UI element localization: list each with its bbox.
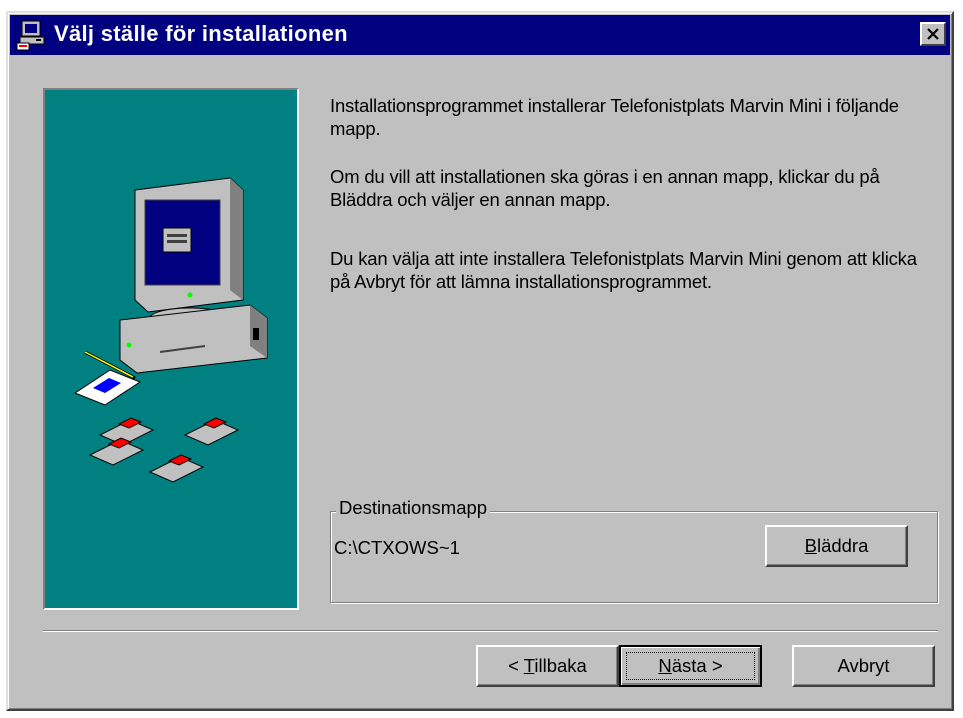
close-icon: [927, 28, 939, 40]
cancel-button[interactable]: Avbryt: [792, 645, 935, 687]
cancel-hint-paragraph: Du kan välja att inte installera Telefon…: [330, 248, 917, 292]
close-button[interactable]: [920, 22, 946, 46]
button-separator: [43, 630, 938, 632]
side-illustration-panel: [43, 88, 299, 610]
browse-button[interactable]: Bläddra: [765, 525, 908, 567]
next-button[interactable]: Nästa >: [619, 645, 762, 687]
intro-paragraph: Installationsprogrammet installerar Tele…: [330, 95, 899, 139]
cancel-button-label: Avbryt: [837, 655, 890, 676]
back-button-label: < Tillbaka: [508, 655, 587, 676]
computer-with-disks-illustration: [73, 177, 268, 483]
next-button-label: Nästa >: [658, 655, 723, 676]
destination-path: C:\CTXOWS~1: [334, 537, 460, 558]
destination-label: Destinationsmapp: [336, 497, 491, 519]
browse-button-label: Bläddra: [804, 535, 869, 556]
title-bar[interactable]: Välj ställe för installationen: [10, 15, 950, 55]
back-button[interactable]: < Tillbaka: [476, 645, 619, 687]
installer-dialog: Välj ställe för installationen Installat…: [6, 11, 954, 711]
window-title: Välj ställe för installationen: [54, 21, 348, 46]
browse-hint-paragraph: Om du vill att installationen ska göras …: [330, 166, 880, 210]
installer-computer-icon: [16, 20, 45, 51]
